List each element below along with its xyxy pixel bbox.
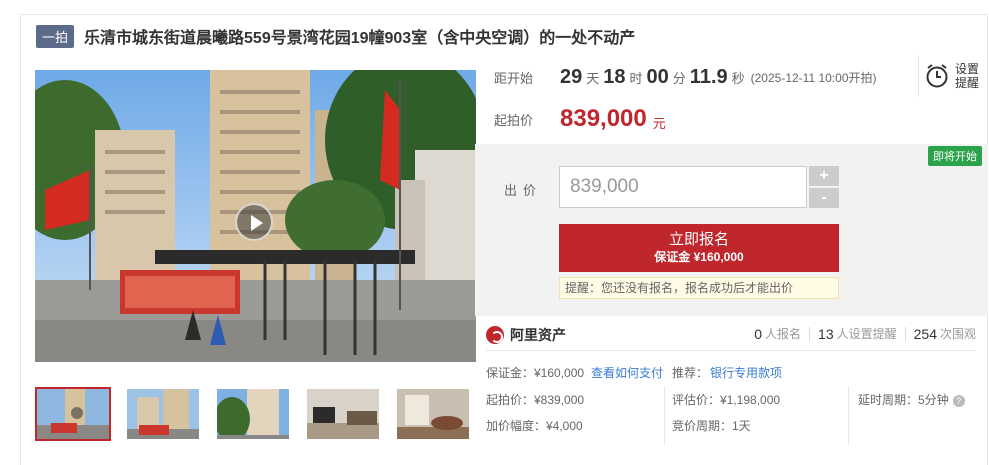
bid-period-detail: 竞价周期：1天	[672, 419, 751, 433]
increment-detail: 加价幅度：¥4,000	[486, 419, 583, 433]
stat-divider	[904, 326, 906, 341]
section-divider	[486, 350, 976, 351]
status-badge: 即将开始	[928, 146, 982, 166]
platform-row: 阿里资产 0 人报名 13 人设置提醒 254 次围观	[486, 319, 976, 351]
thumbnail-3[interactable]	[215, 387, 291, 441]
signup-tip: 提醒：您还没有报名，报名成功后才能出价	[559, 277, 839, 299]
hours-unit: 时	[629, 70, 643, 86]
thumbnail-image	[217, 389, 289, 439]
countdown-label: 距开始	[494, 70, 534, 86]
signup-button[interactable]: 立即报名 保证金 ¥160,000	[559, 224, 839, 272]
page-title: 乐清市城东街道晨曦路559号景湾花园19幢903室（含中央空调）的一处不动产	[84, 30, 636, 47]
reminder-count-label: 人设置提醒	[836, 327, 897, 341]
countdown-days: 29	[560, 65, 583, 88]
view-count-label: 次围观	[939, 327, 976, 341]
days-unit: 天	[586, 70, 600, 86]
decrease-bid-button[interactable]: -	[809, 188, 839, 208]
thumbnail-2[interactable]	[125, 387, 201, 441]
bid-panel: 即将开始 出价 839,000 + - 立即报名 保证金 ¥160,000 提醒…	[475, 144, 988, 316]
recommend-label: 推荐：	[672, 366, 709, 380]
bank-payment-link[interactable]: 银行专用款项	[710, 364, 782, 381]
seconds-unit: 秒	[731, 70, 745, 86]
countdown-row: 距开始 29 天 18 时 00 分 11.9 秒 (2025-12-11 10…	[494, 62, 914, 92]
reminder-line-2: 提醒	[955, 76, 980, 90]
thumbnail-image	[307, 389, 379, 439]
reminder-line-1: 设置	[955, 62, 980, 76]
thumbnail-image	[127, 389, 199, 439]
deposit-label: 保证金 ¥160,000	[654, 250, 744, 264]
main-property-photo[interactable]	[35, 70, 476, 362]
signup-label: 立即报名	[668, 231, 729, 248]
start-time-note: (2025-12-11 10:00开拍)	[750, 70, 877, 85]
appraisal-detail: 评估价：¥1,198,000	[672, 393, 781, 407]
thumbnail-image	[37, 389, 109, 439]
thumbnail-1[interactable]	[35, 387, 111, 441]
increase-bid-button[interactable]: +	[809, 166, 839, 186]
start-price-row: 起拍价 839,000 元	[494, 102, 666, 136]
start-price-value: 839,000	[560, 105, 647, 132]
thumbnail-image	[397, 389, 469, 439]
auction-round-tag: 一拍	[36, 24, 75, 48]
countdown-hours: 18	[603, 65, 626, 88]
currency-unit: 元	[652, 115, 666, 131]
start-price-detail: 起拍价：¥839,000	[486, 393, 585, 407]
play-video-icon[interactable]	[235, 203, 273, 241]
minutes-unit: 分	[672, 70, 686, 86]
platform-name: 阿里资产	[510, 327, 566, 343]
how-to-pay-link[interactable]: 查看如何支付	[591, 364, 663, 381]
auction-stats: 0 人报名 13 人设置提醒 254 次围观	[754, 325, 976, 342]
deposit-detail: 保证金：¥160,000	[486, 366, 585, 380]
delay-period-detail: 延时周期：5分钟?	[858, 391, 965, 408]
thumbnail-strip	[35, 387, 471, 441]
countdown-seconds: 11.9	[689, 65, 728, 88]
stat-divider	[809, 326, 811, 341]
thumbnail-5[interactable]	[395, 387, 471, 441]
alarm-clock-icon	[926, 64, 948, 88]
bid-label: 出价	[504, 183, 543, 198]
set-reminder-button[interactable]: 设置 提醒	[918, 55, 988, 97]
alibaba-assets-logo-icon	[486, 326, 504, 344]
help-icon[interactable]: ?	[952, 394, 965, 407]
delay-period-text: 延时周期：5分钟	[858, 393, 949, 407]
countdown-minutes: 00	[646, 65, 669, 88]
signup-count-label: 人报名	[765, 327, 802, 341]
column-divider	[848, 386, 849, 444]
start-price-label: 起拍价	[494, 112, 534, 128]
column-divider	[664, 386, 665, 444]
title-row: 一拍 乐清市城东街道晨曦路559号景湾花园19幢903室（含中央空调）的一处不动…	[36, 24, 635, 48]
bid-amount-input[interactable]: 839,000	[559, 166, 807, 208]
view-count: 254	[913, 325, 937, 342]
reminder-label: 设置 提醒	[955, 62, 979, 90]
thumbnail-4[interactable]	[305, 387, 381, 441]
reminder-count: 13	[818, 325, 834, 342]
signup-count: 0	[754, 325, 763, 342]
